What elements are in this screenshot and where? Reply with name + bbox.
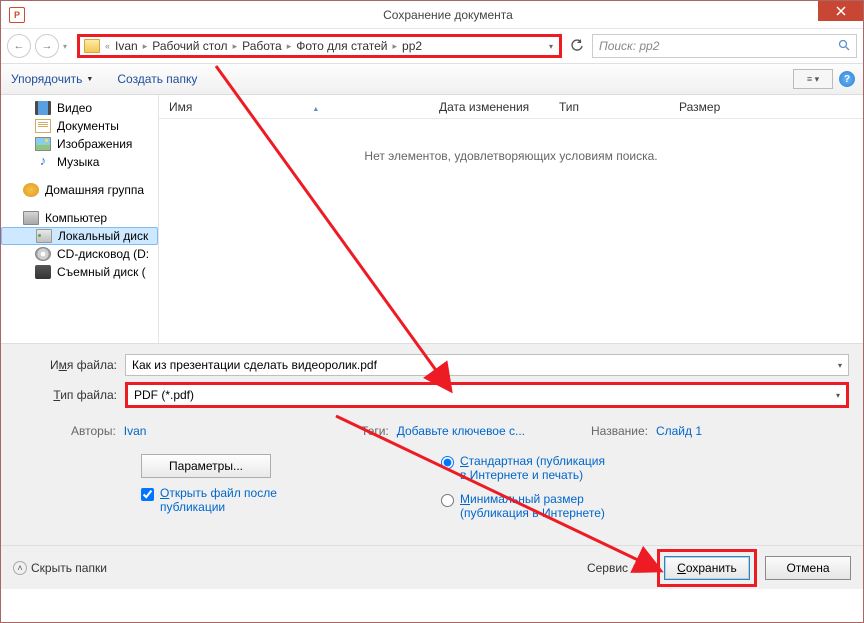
sidebar-item-images[interactable]: Изображения	[1, 135, 158, 153]
breadcrumb-part[interactable]: Ivan	[115, 39, 138, 53]
search-input[interactable]: Поиск: pp2	[592, 34, 857, 58]
sidebar-item-homegroup[interactable]: Домашняя группа	[1, 181, 158, 199]
chevron-icon: ▸	[392, 41, 397, 52]
column-date[interactable]: Дата изменения	[429, 100, 549, 114]
filetype-label: Тип файла:	[15, 388, 125, 402]
tags-label: Теги:	[361, 424, 389, 438]
title-label: Название:	[591, 424, 648, 438]
sidebar-item-removable[interactable]: Съемный диск (	[1, 263, 158, 281]
forward-button[interactable]: →	[35, 34, 59, 58]
drive-icon	[36, 229, 52, 243]
empty-message: Нет элементов, удовлетворяющих условиям …	[159, 119, 863, 163]
tags-value[interactable]: Добавьте ключевое с...	[397, 424, 525, 438]
usb-icon	[35, 265, 51, 279]
sidebar-item-music[interactable]: ♪Музыка	[1, 153, 158, 171]
save-button[interactable]: Сохранить	[664, 556, 750, 580]
document-icon	[35, 119, 51, 133]
view-options-button[interactable]: ≡ ▾	[793, 69, 833, 89]
music-icon: ♪	[35, 155, 51, 169]
column-name[interactable]: Имя▲	[159, 100, 429, 114]
minimal-label: Минимальный размер (публикация в Интерне…	[460, 492, 610, 520]
column-size[interactable]: Размер	[669, 100, 749, 114]
list-header: Имя▲ Дата изменения Тип Размер	[159, 95, 863, 119]
sidebar-item-documents[interactable]: Документы	[1, 117, 158, 135]
filetype-select[interactable]: PDF (*.pdf)▾	[125, 382, 849, 408]
column-type[interactable]: Тип	[549, 100, 669, 114]
sort-arrow-icon: ▲	[312, 106, 319, 113]
hide-folders-button[interactable]: ˄ Скрыть папки	[13, 561, 107, 575]
chevron-icon: ▸	[143, 41, 148, 52]
title-value[interactable]: Слайд 1	[656, 424, 702, 438]
standard-radio[interactable]	[441, 456, 454, 469]
sidebar-item-localdisk[interactable]: Локальный диск	[1, 227, 158, 245]
image-icon	[35, 137, 51, 151]
open-after-checkbox[interactable]	[141, 488, 154, 501]
filename-label: Имя файла:	[15, 358, 125, 372]
cd-icon	[35, 247, 51, 261]
breadcrumb-part[interactable]: Рабочий стол	[152, 39, 227, 53]
help-button[interactable]: ?	[839, 71, 855, 87]
minimal-radio[interactable]	[441, 494, 454, 507]
chevron-icon: ▸	[233, 41, 238, 52]
sidebar: Видео Документы Изображения ♪Музыка Дома…	[1, 95, 159, 343]
organize-button[interactable]: Упорядочить▼	[11, 72, 93, 86]
breadcrumb-part[interactable]: pp2	[402, 39, 422, 53]
navbar: ← → ▾ « Ivan ▸ Рабочий стол ▸ Работа ▸ Ф…	[1, 29, 863, 63]
history-dropdown[interactable]: ▾	[63, 42, 73, 51]
chevron-up-icon: ˄	[13, 561, 27, 575]
search-icon	[838, 39, 850, 54]
window-title: Сохранение документа	[33, 8, 863, 22]
open-after-label: Открыть файл после публикации	[160, 486, 300, 514]
parameters-button[interactable]: Параметры...	[141, 454, 271, 478]
sidebar-item-video[interactable]: Видео	[1, 99, 158, 117]
back-button[interactable]: ←	[7, 34, 31, 58]
footer: ˄ Скрыть папки Сервис ▼ Сохранить Отмена	[1, 545, 863, 589]
form-area: Имя файла: Как из презентации сделать ви…	[1, 343, 863, 589]
close-button[interactable]	[818, 1, 863, 21]
authors-label: Авторы:	[71, 424, 116, 438]
standard-label: Стандартная (публикация в Интернете и пе…	[460, 454, 610, 482]
chevron-down-icon[interactable]: ▾	[838, 361, 842, 370]
folder-icon	[84, 39, 100, 53]
homegroup-icon	[23, 183, 39, 197]
sidebar-item-computer[interactable]: Компьютер	[1, 209, 158, 227]
app-icon: P	[9, 7, 25, 23]
address-bar[interactable]: « Ivan ▸ Рабочий стол ▸ Работа ▸ Фото дл…	[77, 34, 562, 58]
sidebar-item-cddrive[interactable]: CD-дисковод (D:	[1, 245, 158, 263]
chevron-down-icon[interactable]: ▾	[549, 42, 553, 51]
breadcrumb-part[interactable]: Фото для статей	[296, 39, 387, 53]
breadcrumb-part[interactable]: Работа	[242, 39, 282, 53]
service-button[interactable]: Сервис ▼	[587, 561, 639, 575]
computer-icon	[23, 211, 39, 225]
titlebar: P Сохранение документа	[1, 1, 863, 29]
refresh-button[interactable]	[566, 35, 588, 57]
authors-value[interactable]: Ivan	[124, 424, 147, 438]
toolbar: Упорядочить▼ Создать папку ≡ ▾ ?	[1, 63, 863, 95]
filename-input[interactable]: Как из презентации сделать видеоролик.pd…	[125, 354, 849, 376]
cancel-button[interactable]: Отмена	[765, 556, 851, 580]
new-folder-button[interactable]: Создать папку	[117, 72, 197, 86]
chevron-down-icon[interactable]: ▾	[836, 391, 840, 400]
search-placeholder: Поиск: pp2	[599, 39, 659, 53]
chevron-icon: ▸	[287, 41, 292, 52]
video-icon	[35, 101, 51, 115]
chevron-icon: «	[105, 41, 110, 51]
file-list: Имя▲ Дата изменения Тип Размер Нет элеме…	[159, 95, 863, 343]
